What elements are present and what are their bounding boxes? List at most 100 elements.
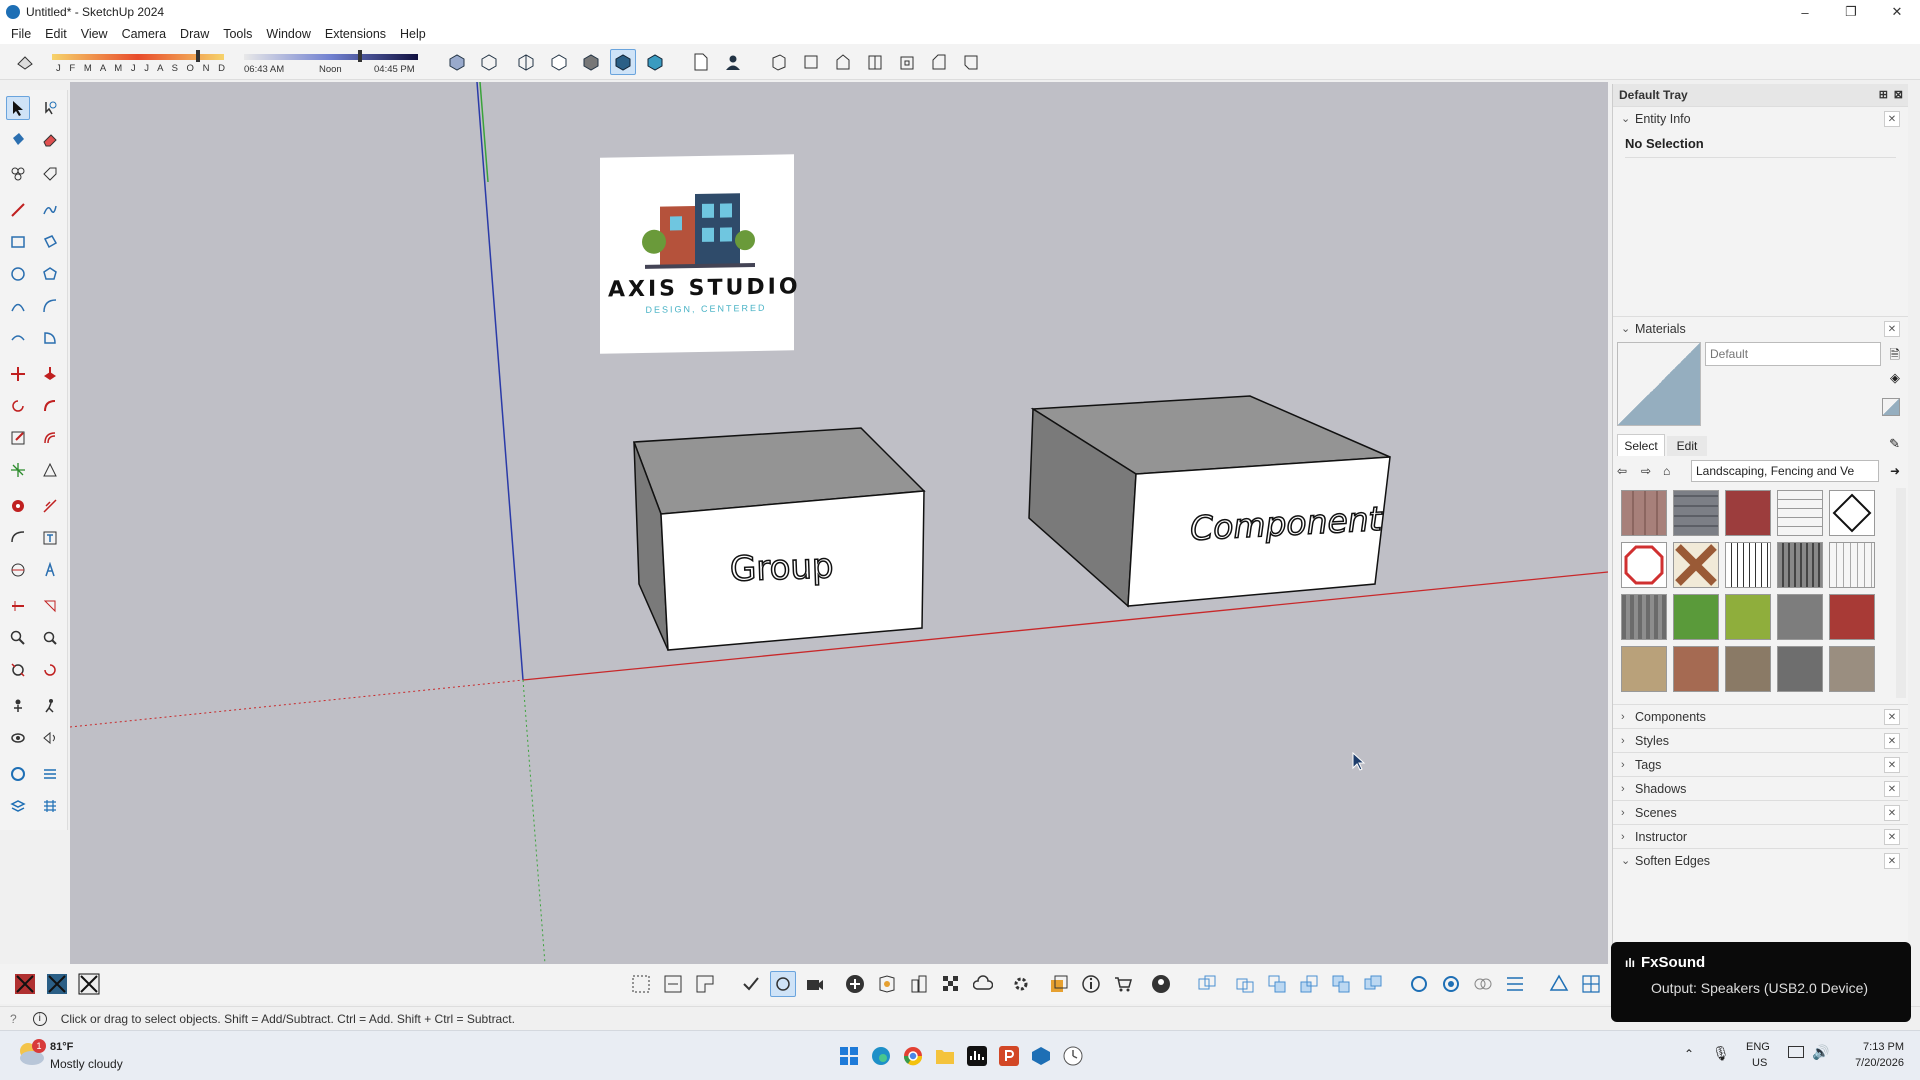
swatch-lattice[interactable] <box>1829 490 1875 536</box>
pie-tool-icon[interactable] <box>38 326 62 350</box>
time-slider[interactable] <box>244 54 418 60</box>
extension-6-icon[interactable] <box>1578 971 1604 997</box>
swatch-wood-siding[interactable] <box>1621 594 1667 640</box>
modeling-viewport[interactable]: AXIS STUDIO DESIGN, CENTERED Group Compo… <box>70 82 1608 964</box>
extension-4-icon[interactable] <box>1502 971 1528 997</box>
menu-extensions[interactable]: Extensions <box>318 27 393 41</box>
swatch-wood-cross[interactable] <box>1673 542 1719 588</box>
extension-2-icon[interactable] <box>1438 971 1464 997</box>
select-tool-icon[interactable] <box>6 96 30 120</box>
eraser-icon[interactable] <box>38 128 62 152</box>
solid-subtract-icon[interactable] <box>1232 971 1258 997</box>
monochrome-icon[interactable] <box>642 49 668 75</box>
create-material-icon[interactable]: 🗎 <box>1890 346 1900 368</box>
offset-tool-icon[interactable] <box>38 426 62 450</box>
home-icon[interactable]: ⌂ <box>1663 464 1670 478</box>
right-view-icon[interactable] <box>862 49 888 75</box>
close-icon[interactable]: ✕ <box>1884 853 1900 869</box>
scale-tool-icon[interactable] <box>6 426 30 450</box>
swatch-brick-pavers[interactable] <box>1621 490 1667 536</box>
entity-info-header[interactable]: ⌄ Entity Info ✕ <box>1613 106 1908 130</box>
section-icon-3[interactable] <box>692 971 718 997</box>
solid-intersect-icon[interactable] <box>1264 971 1290 997</box>
forward-arrow-icon[interactable]: ⇨ <box>1641 464 1651 478</box>
follow-me-icon[interactable] <box>38 394 62 418</box>
page-icon[interactable] <box>688 49 714 75</box>
tray-close-icon[interactable]: ⊠ <box>1894 88 1903 101</box>
bottom-view-icon[interactable] <box>958 49 984 75</box>
tape-measure-icon[interactable] <box>6 494 30 518</box>
walk-icon[interactable] <box>38 694 62 718</box>
shadow-toggle-icon[interactable] <box>12 49 38 75</box>
menu-edit[interactable]: Edit <box>38 27 74 41</box>
swatch-white-fence[interactable] <box>1829 542 1875 588</box>
axis-studio-logo-image[interactable]: AXIS STUDIO DESIGN, CENTERED <box>600 154 801 354</box>
look-around-icon[interactable] <box>6 726 30 750</box>
axes-tool-icon[interactable] <box>6 558 30 582</box>
swatch-sand[interactable] <box>1621 646 1667 692</box>
swatch-octagon-fence[interactable] <box>1621 542 1667 588</box>
position-camera-icon[interactable] <box>6 694 30 718</box>
layers-icon[interactable] <box>6 794 30 818</box>
extension-3-icon[interactable] <box>1470 971 1496 997</box>
swatch-pebbles[interactable] <box>1725 646 1771 692</box>
move-tool-icon[interactable] <box>6 362 30 386</box>
menu-file[interactable]: File <box>4 27 38 41</box>
cart-icon[interactable] <box>1110 971 1136 997</box>
front-view-icon[interactable] <box>830 49 856 75</box>
check-icon[interactable] <box>738 971 764 997</box>
delete-gray-icon[interactable] <box>76 971 102 997</box>
swatch-picket-fence[interactable] <box>1725 542 1771 588</box>
shaded-icon[interactable] <box>578 49 604 75</box>
checker-icon[interactable] <box>938 971 964 997</box>
components-header[interactable]: › Components ✕ <box>1613 704 1908 728</box>
info-icon[interactable]: i <box>32 1011 47 1026</box>
date-slider-thumb[interactable] <box>196 50 200 62</box>
menu-tools[interactable]: Tools <box>216 27 259 41</box>
powerpoint-icon[interactable] <box>998 1045 1020 1067</box>
cloud-upload-icon[interactable] <box>970 971 996 997</box>
info-icon[interactable] <box>1078 971 1104 997</box>
delete-red-icon[interactable] <box>12 971 38 997</box>
sketchup-taskbar-icon[interactable] <box>1030 1045 1052 1067</box>
two-point-arc-icon[interactable] <box>38 294 62 318</box>
left-view-icon[interactable] <box>926 49 952 75</box>
back-arrow-icon[interactable]: ⇦ <box>1617 464 1627 478</box>
extension-5-icon[interactable] <box>1546 971 1572 997</box>
menu-window[interactable]: Window <box>259 27 317 41</box>
delete-blue-icon[interactable] <box>44 971 70 997</box>
3d-text-icon[interactable] <box>38 558 62 582</box>
speaker-icon[interactable]: 🔊 <box>1812 1044 1829 1061</box>
shaded-textures-icon[interactable] <box>610 49 636 75</box>
close-icon[interactable]: ✕ <box>1884 111 1900 127</box>
tag-icon[interactable] <box>38 162 62 186</box>
close-icon[interactable]: ✕ <box>1884 733 1900 749</box>
sandbox-icon[interactable] <box>38 458 62 482</box>
swatch-stone-pavers[interactable] <box>1673 490 1719 536</box>
solid-split-icon[interactable] <box>1328 971 1354 997</box>
camera-icon[interactable] <box>802 971 828 997</box>
menu-help[interactable]: Help <box>393 27 433 41</box>
soften-edges-header[interactable]: ⌄ Soften Edges ✕ <box>1613 848 1908 872</box>
solid-trim-icon[interactable] <box>1296 971 1322 997</box>
network-icon[interactable] <box>1788 1046 1804 1058</box>
account-icon[interactable] <box>1148 971 1174 997</box>
close-icon[interactable]: ✕ <box>1884 829 1900 845</box>
tags-header[interactable]: › Tags ✕ <box>1613 752 1908 776</box>
iso-view-icon[interactable] <box>766 49 792 75</box>
swatch-gravel[interactable] <box>1777 594 1823 640</box>
lasso-select-icon[interactable] <box>38 96 62 120</box>
shadows-header[interactable]: › Shadows ✕ <box>1613 776 1908 800</box>
solid-tools-icon[interactable] <box>6 458 30 482</box>
details-arrow-icon[interactable]: ➜ <box>1890 464 1900 478</box>
close-icon[interactable]: ✕ <box>1884 781 1900 797</box>
extension-manager-icon[interactable] <box>38 794 62 818</box>
swatch-red-paving[interactable] <box>1725 490 1771 536</box>
outer-shell-icon[interactable] <box>1360 971 1386 997</box>
profile-icon[interactable] <box>720 49 746 75</box>
clock-app-icon[interactable] <box>1062 1045 1084 1067</box>
zoom-icon[interactable] <box>6 626 30 650</box>
clock-time[interactable]: 7:13 PM <box>1856 1041 1904 1053</box>
add-icon[interactable] <box>842 971 868 997</box>
line-tool-icon[interactable] <box>6 198 30 222</box>
